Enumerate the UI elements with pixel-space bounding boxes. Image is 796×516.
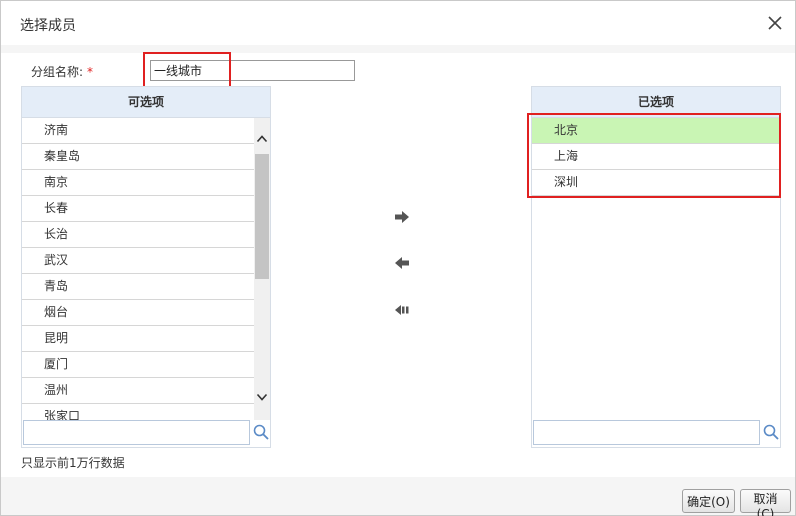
available-scrollbar[interactable]	[254, 118, 270, 420]
select-members-dialog: 选择成员 分组名称:* 可选项 济南 秦皇岛 南京 长春 长治 武汉 青岛 烟台…	[0, 0, 796, 516]
list-item[interactable]: 昆明	[22, 326, 254, 352]
available-header: 可选项	[22, 87, 270, 118]
cancel-button[interactable]: 取消(C)	[740, 489, 791, 516]
list-item[interactable]: 深圳	[532, 170, 780, 196]
chevron-down-icon[interactable]	[256, 391, 268, 403]
chevron-up-icon[interactable]	[256, 133, 268, 145]
ok-button[interactable]: 确定(O)	[682, 489, 735, 513]
available-panel: 可选项 济南 秦皇岛 南京 长春 长治 武汉 青岛 烟台 昆明 厦门 温州 张家…	[21, 86, 271, 448]
selected-panel: 已选项 北京 上海 深圳	[531, 86, 781, 448]
arrow-left-icon[interactable]	[394, 256, 410, 270]
arrow-right-icon[interactable]	[394, 210, 410, 224]
dialog-titlebar: 选择成员	[1, 1, 795, 45]
dialog-title: 选择成员	[20, 18, 76, 34]
arrow-double-left-icon[interactable]	[394, 303, 410, 317]
list-item[interactable]: 温州	[22, 378, 254, 404]
list-item[interactable]: 烟台	[22, 300, 254, 326]
group-name-input[interactable]	[150, 60, 355, 81]
list-item[interactable]: 南京	[22, 170, 254, 196]
list-item[interactable]: 北京	[532, 118, 780, 144]
list-item[interactable]: 青岛	[22, 274, 254, 300]
available-list: 济南 秦皇岛 南京 长春 长治 武汉 青岛 烟台 昆明 厦门 温州 张家口	[22, 118, 254, 420]
selected-list: 北京 上海 深圳	[532, 118, 780, 420]
list-item[interactable]: 张家口	[22, 404, 254, 420]
list-item[interactable]: 上海	[532, 144, 780, 170]
list-item[interactable]: 长治	[22, 222, 254, 248]
scrollbar-thumb[interactable]	[255, 154, 269, 279]
close-icon[interactable]	[765, 13, 785, 33]
search-icon[interactable]	[252, 423, 270, 441]
row-limit-note: 只显示前1万行数据	[21, 456, 125, 470]
available-search-input[interactable]	[23, 420, 250, 445]
list-item[interactable]: 武汉	[22, 248, 254, 274]
search-icon[interactable]	[762, 423, 780, 441]
selected-search-input[interactable]	[533, 420, 760, 445]
list-item[interactable]: 秦皇岛	[22, 144, 254, 170]
list-item[interactable]: 厦门	[22, 352, 254, 378]
group-name-label: 分组名称: *	[31, 65, 94, 79]
list-item[interactable]: 长春	[22, 196, 254, 222]
required-mark: *	[87, 65, 94, 79]
list-item[interactable]: 济南	[22, 118, 254, 144]
selected-header: 已选项	[532, 87, 780, 118]
